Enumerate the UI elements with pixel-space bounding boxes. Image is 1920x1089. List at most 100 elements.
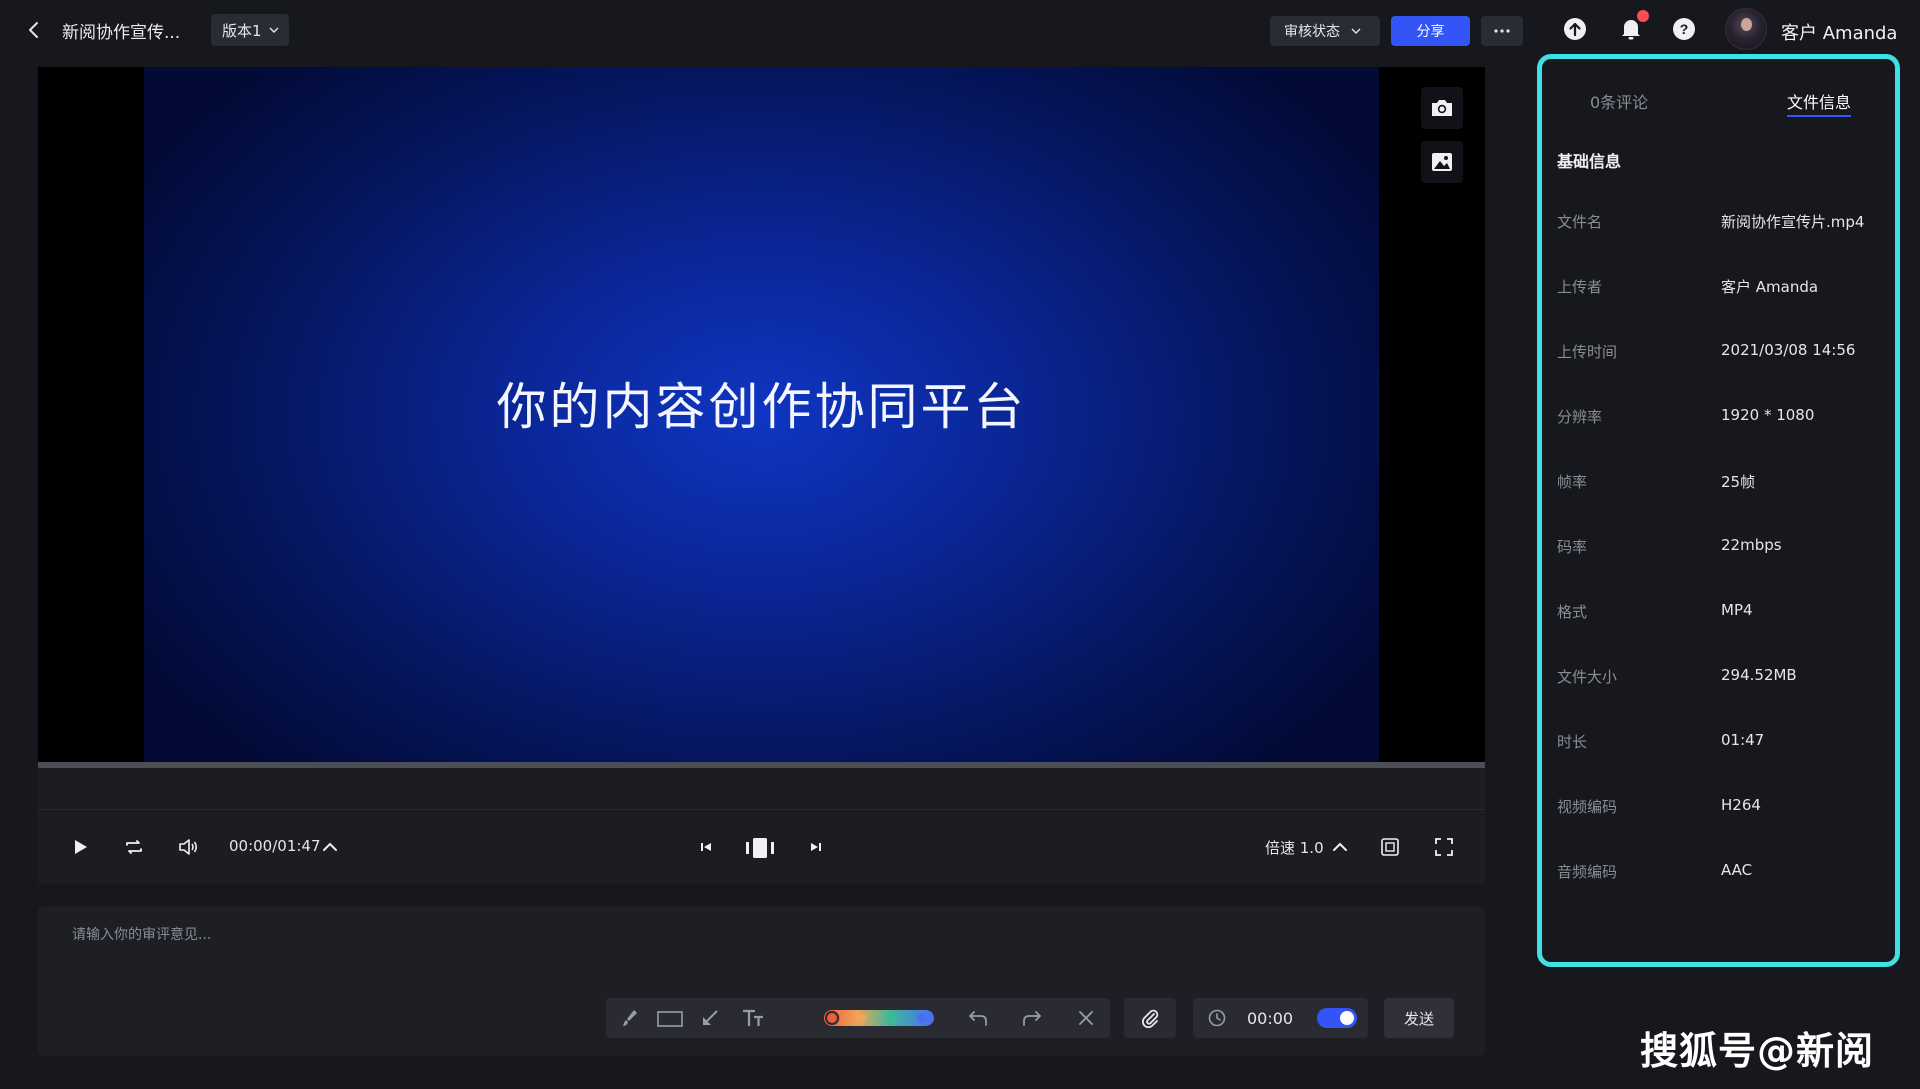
notification-badge bbox=[1637, 10, 1649, 22]
version-label: 版本1 bbox=[222, 21, 262, 40]
info-label: 上传时间 bbox=[1557, 343, 1618, 361]
playback-speed[interactable]: 倍速 1.0 bbox=[1265, 837, 1324, 858]
color-swatch[interactable] bbox=[886, 1013, 896, 1023]
info-label: 文件大小 bbox=[1557, 668, 1618, 686]
annotation-toolbar bbox=[606, 998, 1110, 1038]
more-dots-icon bbox=[1494, 29, 1510, 33]
image-button[interactable] bbox=[1421, 141, 1463, 183]
fullscreen-icon[interactable] bbox=[1432, 835, 1456, 859]
info-label: 文件名 bbox=[1557, 213, 1603, 231]
video-player[interactable]: 你的内容创作协同平台 bbox=[38, 67, 1485, 764]
section-title: 基础信息 bbox=[1557, 152, 1622, 171]
camera-icon bbox=[1432, 100, 1452, 116]
attach-button[interactable] bbox=[1124, 998, 1176, 1038]
info-row-duration: 时长 01:47 bbox=[1557, 731, 1887, 755]
upload-icon[interactable] bbox=[1562, 16, 1588, 42]
info-label: 上传者 bbox=[1557, 278, 1603, 296]
send-button[interactable]: 发送 bbox=[1384, 998, 1454, 1038]
play-icon[interactable] bbox=[68, 835, 92, 859]
more-button[interactable] bbox=[1481, 16, 1523, 46]
info-value: 22mbps bbox=[1721, 536, 1782, 554]
info-row-filesize: 文件大小 294.52MB bbox=[1557, 666, 1887, 690]
timeline-track[interactable] bbox=[38, 768, 1485, 810]
info-value: 01:47 bbox=[1721, 731, 1765, 749]
clear-icon[interactable] bbox=[1074, 1006, 1098, 1030]
rectangle-icon[interactable] bbox=[656, 1006, 684, 1030]
video-caption: 你的内容创作协同平台 bbox=[496, 378, 1027, 436]
info-row-framerate: 帧率 25帧 bbox=[1557, 471, 1887, 495]
paperclip-icon bbox=[1142, 1009, 1159, 1028]
info-row-video-codec: 视频编码 H264 bbox=[1557, 796, 1887, 820]
player-controls: 00:00/01:47 倍速 1.0 bbox=[38, 810, 1485, 884]
info-label: 时长 bbox=[1557, 733, 1588, 751]
frame-marker-icon[interactable] bbox=[744, 835, 776, 861]
color-swatch[interactable] bbox=[856, 1013, 866, 1023]
info-value: 25帧 bbox=[1721, 473, 1756, 491]
username[interactable]: 客户 Amanda bbox=[1781, 19, 1897, 45]
tab-file-info[interactable]: 文件信息 bbox=[1787, 89, 1851, 113]
info-value: 1920 * 1080 bbox=[1721, 406, 1815, 424]
review-status-label: 审核状态 bbox=[1284, 24, 1340, 40]
info-value: 新阅协作宣传片.mp4 bbox=[1721, 213, 1865, 231]
file-info-panel: 0条评论 文件信息 基础信息 文件名 新阅协作宣传片.mp4 上传者 客户 Aman… bbox=[1537, 54, 1900, 967]
info-value: H264 bbox=[1721, 796, 1761, 814]
review-status-dropdown[interactable]: 审核状态 bbox=[1270, 16, 1380, 46]
info-row-filename: 文件名 新阅协作宣传片.mp4 bbox=[1557, 211, 1887, 235]
next-frame-icon[interactable] bbox=[804, 835, 828, 859]
info-label: 格式 bbox=[1557, 603, 1588, 621]
info-value: AAC bbox=[1721, 861, 1753, 879]
info-value: 2021/03/08 14:56 bbox=[1721, 341, 1856, 359]
active-tab-indicator bbox=[1787, 115, 1851, 117]
chevron-up-icon[interactable] bbox=[318, 835, 342, 859]
redo-icon[interactable] bbox=[1020, 1006, 1044, 1030]
info-row-upload-time: 上传时间 2021/03/08 14:56 bbox=[1557, 341, 1887, 365]
color-palette[interactable] bbox=[824, 1010, 934, 1026]
chevron-up-icon[interactable] bbox=[1328, 835, 1352, 859]
info-row-format: 格式 MP4 bbox=[1557, 601, 1887, 625]
info-value: 294.52MB bbox=[1721, 666, 1797, 684]
back-arrow-icon[interactable] bbox=[22, 18, 46, 42]
file-title: 新阅协作宣传... bbox=[62, 23, 181, 43]
video-frame[interactable]: 你的内容创作协同平台 bbox=[144, 67, 1379, 764]
timestamp-toggle[interactable] bbox=[1317, 1008, 1357, 1028]
info-row-resolution: 分辨率 1920 * 1080 bbox=[1557, 406, 1887, 430]
help-icon[interactable]: ? bbox=[1671, 16, 1697, 42]
brush-icon[interactable] bbox=[618, 1006, 642, 1030]
chevron-down-icon bbox=[1351, 28, 1361, 34]
info-label: 音频编码 bbox=[1557, 863, 1618, 881]
fit-screen-icon[interactable] bbox=[1378, 835, 1402, 859]
image-icon bbox=[1432, 153, 1452, 171]
text-tool-icon[interactable] bbox=[740, 1006, 768, 1030]
info-label: 视频编码 bbox=[1557, 798, 1618, 816]
avatar[interactable] bbox=[1725, 8, 1767, 50]
arrow-tool-icon[interactable] bbox=[698, 1006, 722, 1030]
version-dropdown[interactable]: 版本1 bbox=[211, 14, 289, 46]
comment-box: 请输入你的审评意见... 00:00 发送 bbox=[38, 906, 1485, 1056]
tab-comments[interactable]: 0条评论 bbox=[1590, 89, 1648, 113]
info-row-bitrate: 码率 22mbps bbox=[1557, 536, 1887, 560]
chevron-down-icon bbox=[269, 27, 279, 33]
timestamp-control: 00:00 bbox=[1193, 998, 1368, 1038]
top-bar: 新阅协作宣传... 版本1 审核状态 分享 ? 客户 Amanda bbox=[0, 0, 1920, 60]
info-row-uploader: 上传者 客户 Amanda bbox=[1557, 276, 1887, 300]
time-display: 00:00/01:47 bbox=[229, 837, 321, 855]
previous-frame-icon[interactable] bbox=[694, 835, 718, 859]
info-label: 帧率 bbox=[1557, 473, 1588, 491]
comment-timestamp: 00:00 bbox=[1247, 1009, 1294, 1028]
clock-icon bbox=[1208, 1009, 1226, 1027]
info-label: 码率 bbox=[1557, 538, 1588, 556]
color-swatch[interactable] bbox=[917, 1013, 927, 1023]
info-value: MP4 bbox=[1721, 601, 1753, 619]
svg-text:?: ? bbox=[1680, 21, 1689, 37]
volume-icon[interactable] bbox=[176, 835, 200, 859]
info-label: 分辨率 bbox=[1557, 408, 1603, 426]
loop-icon[interactable] bbox=[122, 835, 146, 859]
watermark: 搜狐号@新阅 bbox=[1640, 1029, 1875, 1073]
info-value: 客户 Amanda bbox=[1721, 278, 1819, 296]
color-swatch-selected[interactable] bbox=[827, 1013, 837, 1023]
undo-icon[interactable] bbox=[966, 1006, 990, 1030]
info-row-audio-codec: 音频编码 AAC bbox=[1557, 861, 1887, 885]
share-button[interactable]: 分享 bbox=[1391, 16, 1470, 46]
screenshot-button[interactable] bbox=[1421, 87, 1463, 129]
comment-input[interactable]: 请输入你的审评意见... bbox=[72, 924, 211, 944]
